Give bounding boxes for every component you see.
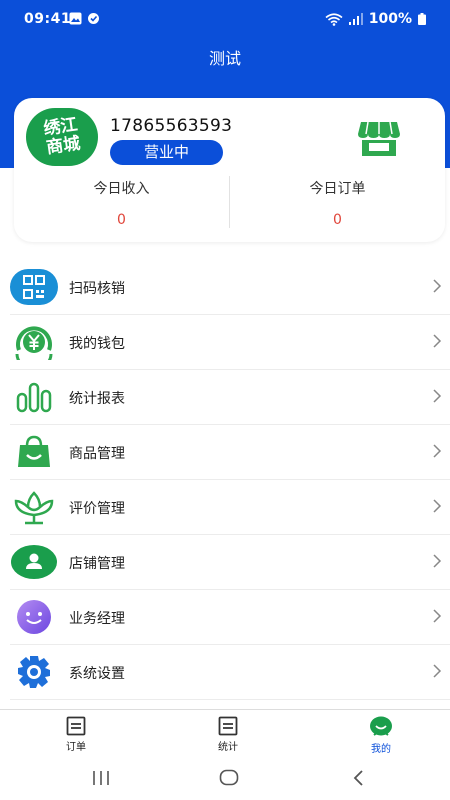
stats-icon [218,716,238,736]
menu-label-reviews: 评价管理 [69,501,125,517]
menu-item-manager[interactable]: 业务经理 [10,590,450,645]
chevron-right-icon [433,664,442,678]
wifi-icon [325,12,343,26]
nav-label-mine: 我的 [371,744,391,755]
mine-icon [370,716,392,736]
yuan-wallet-icon [15,326,53,360]
nav-label-orders: 订单 [66,742,86,753]
qr-scan-icon [10,269,58,305]
menu-label-wallet: 我的钱包 [69,336,125,352]
menu-item-store[interactable]: 店铺管理 [10,535,450,590]
menu-list: 扫码核销 我的钱包 统计报表 商品管理 评价管理 店铺管理 业务经理 系统设置 [0,260,450,700]
today-orders-label: 今日订单 [309,181,366,197]
flower-icon [14,491,54,525]
recent-apps-icon[interactable] [92,770,110,786]
menu-label-settings: 系统设置 [69,666,125,682]
menu-label-statistics: 统计报表 [69,391,125,407]
bar-chart-icon [16,382,52,413]
shopping-bag-icon [18,435,50,467]
back-icon[interactable] [352,769,364,787]
status-notification-icons [69,12,100,25]
menu-label-store: 店铺管理 [69,556,125,572]
menu-item-statistics[interactable]: 统计报表 [10,370,450,425]
menu-item-goods[interactable]: 商品管理 [10,425,450,480]
system-nav-bar [0,758,450,800]
store-logo[interactable]: 绣江 商城 [26,108,98,166]
signal-icon [348,13,363,25]
today-orders-value: 0 [333,212,342,228]
bottom-nav: 订单 统计 我的 [0,709,450,757]
nav-tab-orders[interactable]: 订单 [36,716,116,753]
menu-label-goods: 商品管理 [69,446,125,462]
business-status-badge[interactable]: 营业中 [110,140,223,165]
profile-card: 绣江 商城 17865563593 营业中 今日收入 0 今日订单 0 [14,98,445,242]
chevron-right-icon [433,334,442,348]
today-orders[interactable]: 今日订单 0 [230,173,445,231]
gallery-icon [69,12,82,25]
nav-tab-mine[interactable]: 我的 [341,716,421,755]
battery-icon [418,13,426,25]
gear-icon [18,656,50,688]
status-bar: 09:41 100% [0,0,450,38]
chevron-right-icon [433,444,442,458]
battery-percent: 100% [368,11,412,27]
store-icon[interactable] [357,118,401,158]
menu-item-settings[interactable]: 系统设置 [10,645,450,700]
nav-label-stats: 统计 [218,742,238,753]
orders-icon [66,716,86,736]
chevron-right-icon [433,609,442,623]
menu-item-scan-verify[interactable]: 扫码核销 [10,260,450,315]
smiley-icon [17,600,51,634]
home-icon[interactable] [219,769,239,786]
today-income-label: 今日收入 [93,181,150,197]
menu-item-wallet[interactable]: 我的钱包 [10,315,450,370]
menu-item-reviews[interactable]: 评价管理 [10,480,450,535]
chevron-right-icon [433,389,442,403]
chevron-right-icon [433,554,442,568]
page-title: 测试 [208,49,241,68]
status-time: 09:41 [24,11,72,27]
chevron-right-icon [433,499,442,513]
chevron-right-icon [433,279,442,293]
nav-tab-stats[interactable]: 统计 [188,716,268,753]
menu-label-manager: 业务经理 [69,611,125,627]
sync-icon [88,13,99,24]
today-income-value: 0 [117,212,126,228]
menu-label-scan-verify: 扫码核销 [69,281,125,297]
logo-line2: 商城 [45,133,82,159]
store-phone: 17865563593 [110,116,233,136]
today-income[interactable]: 今日收入 0 [14,173,229,231]
user-shop-icon [11,545,57,579]
status-right: 100% [325,11,426,27]
